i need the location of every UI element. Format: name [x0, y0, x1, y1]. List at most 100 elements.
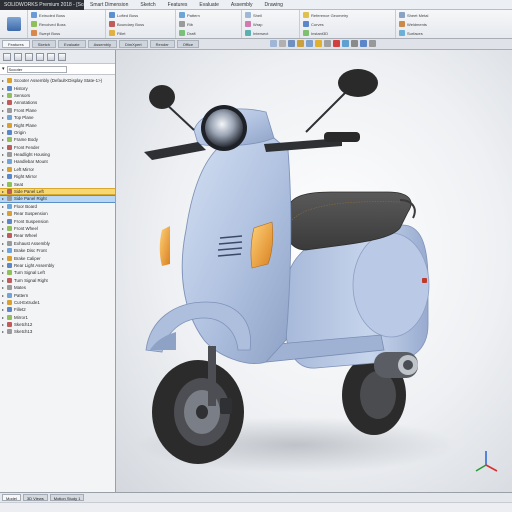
tree-row[interactable]: ▸ Sensors [0, 92, 115, 99]
tree-row[interactable]: ▸ Headlight Housing [0, 151, 115, 158]
ribbon-command[interactable]: Lofted Boss [109, 11, 172, 19]
tab-sketch[interactable]: Sketch [31, 40, 57, 48]
expand-arrow-icon[interactable]: ▸ [2, 196, 6, 201]
tab-dimxpert[interactable]: DimXpert [118, 40, 148, 48]
expand-arrow-icon[interactable]: ▸ [2, 241, 6, 246]
tab-features[interactable]: Features [2, 40, 30, 48]
scene-icon[interactable] [342, 40, 349, 47]
cam-tab-icon[interactable] [58, 52, 66, 61]
expand-arrow-icon[interactable]: ▸ [2, 78, 6, 83]
appearance-icon[interactable] [333, 40, 340, 47]
previous-view-icon[interactable] [288, 40, 295, 47]
expand-arrow-icon[interactable]: ▸ [2, 123, 6, 128]
tree-row[interactable]: ▸ Fillet2 [0, 306, 115, 313]
expand-arrow-icon[interactable]: ▸ [2, 159, 6, 164]
tree-row[interactable]: ▸ Scooter Assembly (Default<Display State… [0, 77, 115, 84]
expand-arrow-icon[interactable]: ▸ [2, 293, 6, 298]
tree-row[interactable]: ▸ Side Panel Left [0, 187, 115, 196]
expand-arrow-icon[interactable]: ▸ [2, 270, 6, 275]
ribbon-command[interactable]: Wrap [245, 20, 296, 28]
expand-arrow-icon[interactable]: ▸ [2, 307, 6, 312]
tab-assembly[interactable]: Assembly [87, 40, 117, 48]
expand-arrow-icon[interactable]: ▸ [2, 152, 6, 157]
expand-arrow-icon[interactable]: ▸ [2, 86, 6, 91]
menu-item-3[interactable]: Evaluate [193, 2, 224, 8]
tree-row[interactable]: ▸ Sketch12 [0, 321, 115, 328]
tree-row[interactable]: ▸ Mates [0, 284, 115, 291]
ribbon-command[interactable]: Draft [179, 29, 238, 37]
tree-row[interactable]: ▸ Side Panel Right [0, 195, 115, 203]
tree-row[interactable]: ▸ Left Mirror [0, 166, 115, 173]
filter-input[interactable]: Scooter [6, 65, 67, 73]
ribbon-command[interactable]: Fillet [109, 29, 172, 37]
expand-arrow-icon[interactable]: ▸ [2, 300, 6, 305]
tree-row[interactable]: ▸ Cut-Extrude1 [0, 299, 115, 306]
tab-office[interactable]: Office [176, 40, 200, 48]
tree-row[interactable]: ▸ Rear Suspension [0, 210, 115, 217]
tree-row[interactable]: ▸ Right Mirror [0, 173, 115, 180]
section-view-icon[interactable] [297, 40, 304, 47]
graphics-area[interactable] [116, 50, 512, 492]
tree-row[interactable]: ▸ Mirror1 [0, 314, 115, 321]
tree-row[interactable]: ▸ Brake Caliper [0, 254, 115, 261]
tab-model[interactable]: Model [2, 494, 21, 501]
display-style-icon[interactable] [315, 40, 322, 47]
expand-arrow-icon[interactable]: ▸ [2, 315, 6, 320]
expand-arrow-icon[interactable]: ▸ [2, 256, 6, 261]
ribbon-big-button[interactable] [0, 10, 28, 38]
expand-arrow-icon[interactable]: ▸ [2, 108, 6, 113]
expand-arrow-icon[interactable]: ▸ [2, 167, 6, 172]
tree-row[interactable]: ▸ Pattern [0, 291, 115, 298]
tree-row[interactable]: ▸ Sketch13 [0, 328, 115, 335]
tree-row[interactable]: ▸ Handlebar Mount [0, 158, 115, 165]
hide-show-icon[interactable] [324, 40, 331, 47]
expand-arrow-icon[interactable]: ▸ [2, 263, 6, 268]
menu-item-2[interactable]: Features [162, 2, 194, 8]
tree-row[interactable]: ▸ History [0, 84, 115, 91]
tree-row[interactable]: ▸ Exhaust Assembly [0, 240, 115, 247]
ribbon-command[interactable]: Shell [245, 11, 296, 19]
expand-arrow-icon[interactable]: ▸ [2, 322, 6, 327]
zoom-to-fit-icon[interactable] [270, 40, 277, 47]
expand-arrow-icon[interactable]: ▸ [2, 248, 6, 253]
tree-row[interactable]: ▸ Frame Body [0, 136, 115, 143]
expand-arrow-icon[interactable]: ▸ [2, 329, 6, 334]
expand-arrow-icon[interactable]: ▸ [2, 130, 6, 135]
zoom-area-icon[interactable] [279, 40, 286, 47]
expand-arrow-icon[interactable]: ▸ [2, 189, 6, 194]
tree-row[interactable]: ▸ Front Plane [0, 107, 115, 114]
expand-arrow-icon[interactable]: ▸ [2, 226, 6, 231]
tree-row[interactable]: ▸ Rear Light Assembly [0, 262, 115, 269]
ribbon-command[interactable]: Revolved Boss [31, 20, 102, 28]
feature-manager-tab-icon[interactable] [3, 52, 11, 61]
ribbon-command[interactable]: Rib [179, 20, 238, 28]
configuration-manager-tab-icon[interactable] [25, 52, 33, 61]
menu-item-1[interactable]: Sketch [134, 2, 161, 8]
ribbon-command[interactable]: Boundary Boss [109, 20, 172, 28]
expand-arrow-icon[interactable]: ▸ [2, 285, 6, 290]
ribbon-command[interactable]: Curves [303, 20, 392, 28]
expand-arrow-icon[interactable]: ▸ [2, 100, 6, 105]
ribbon-command[interactable]: Reference Geometry [303, 11, 392, 19]
tab-3d-views[interactable]: 3D Views [22, 494, 48, 501]
view-settings-icon[interactable] [351, 40, 358, 47]
realview-icon[interactable] [360, 40, 367, 47]
expand-arrow-icon[interactable]: ▸ [2, 145, 6, 150]
coordinate-triad[interactable] [472, 447, 500, 475]
tree-row[interactable]: ▸ Front Suspension [0, 217, 115, 224]
ribbon-command[interactable]: Extruded Boss [31, 11, 102, 19]
expand-arrow-icon[interactable]: ▸ [2, 278, 6, 283]
ribbon-command[interactable]: Surfaces [399, 29, 509, 37]
tree-row[interactable]: ▸ Rear Wheel [0, 232, 115, 239]
tree-row[interactable]: ▸ Floor Board [0, 203, 115, 210]
view-orientation-icon[interactable] [306, 40, 313, 47]
tab-evaluate[interactable]: Evaluate [58, 40, 86, 48]
expand-arrow-icon[interactable]: ▸ [2, 233, 6, 238]
ribbon-command[interactable]: Sheet Metal [399, 11, 509, 19]
ribbon-command[interactable]: Weldments [399, 20, 509, 28]
ribbon-command[interactable]: Instant3D [303, 29, 392, 37]
dimxpert-manager-tab-icon[interactable] [36, 52, 44, 61]
display-manager-tab-icon[interactable] [47, 52, 55, 61]
expand-arrow-icon[interactable]: ▸ [2, 93, 6, 98]
tab-motion-study[interactable]: Motion Study 1 [49, 494, 85, 501]
